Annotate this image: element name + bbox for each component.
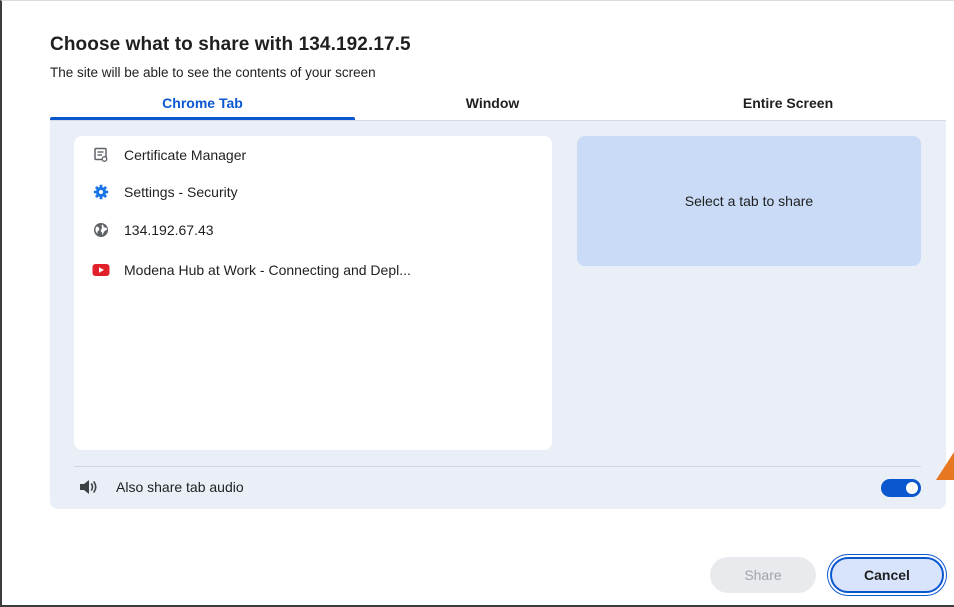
cancel-button[interactable]: Cancel [830,557,944,593]
certificate-icon [92,146,110,164]
youtube-icon [92,261,110,279]
preview-placeholder: Select a tab to share [684,193,814,209]
tab-chrome-tab[interactable]: Chrome Tab [50,93,355,119]
toggle-knob [906,482,918,494]
divider [74,466,921,467]
audio-share-row: Also share tab audio [74,472,921,502]
list-item-modena-hub[interactable]: Modena Hub at Work - Connecting and Depl… [74,254,552,286]
tab-preview: Select a tab to share [577,136,921,266]
tab-entire-screen[interactable]: Entire Screen [630,93,946,119]
tab-window[interactable]: Window [355,93,630,119]
list-item-ip-address[interactable]: 134.192.67.43 [74,214,552,246]
settings-gear-icon [92,183,110,201]
list-item-label: Settings - Security [124,184,238,200]
globe-icon [92,221,110,239]
tab-list: Certificate Manager Settings - Security … [74,136,552,450]
list-item-label: Modena Hub at Work - Connecting and Depl… [124,262,411,278]
audio-share-label: Also share tab audio [116,479,244,495]
list-item-settings-security[interactable]: Settings - Security [74,176,552,208]
list-item-label: Certificate Manager [124,147,247,163]
share-panel: Certificate Manager Settings - Security … [50,120,946,509]
list-item-certificate-manager[interactable]: Certificate Manager [74,139,552,171]
dialog-subtitle: The site will be able to see the content… [50,65,376,80]
audio-share-toggle[interactable] [881,479,921,497]
orange-pointer-icon [936,452,954,480]
speaker-icon [80,480,97,494]
list-item-label: 134.192.67.43 [124,222,214,238]
share-button[interactable]: Share [710,557,816,593]
share-source-tabs: Chrome Tab Window Entire Screen [50,93,946,120]
dialog-title: Choose what to share with 134.192.17.5 [50,34,411,55]
